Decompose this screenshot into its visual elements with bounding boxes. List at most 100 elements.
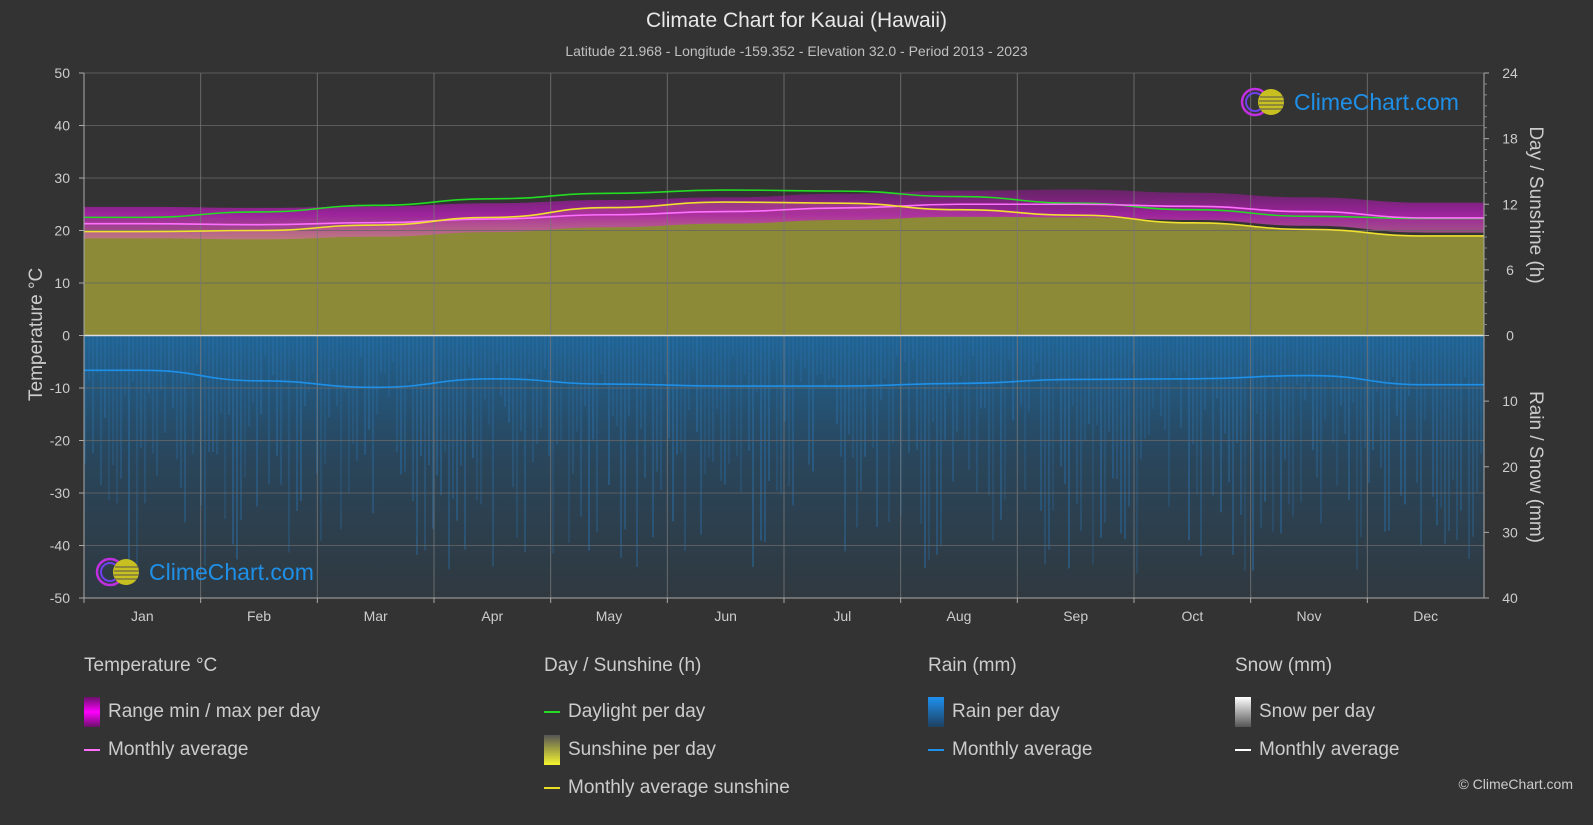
rain-day-bar — [580, 335, 582, 517]
rain-day-bar — [1300, 335, 1302, 503]
rain-day-bar — [1436, 335, 1438, 526]
rain-day-bar — [828, 335, 830, 381]
rain-day-bar — [568, 335, 570, 543]
rain-day-bar — [760, 335, 762, 541]
rain-day-bar — [288, 335, 290, 553]
legend-snow-title: Snow (mm) — [1235, 655, 1333, 676]
rain-day-bar — [524, 335, 526, 553]
rain-day-bar — [1356, 335, 1358, 570]
rain-day-bar — [440, 335, 442, 496]
rain-day-bar — [1404, 335, 1406, 505]
rain-day-bar — [740, 335, 742, 492]
rain-day-bar — [496, 335, 498, 364]
rain-day-bar — [608, 335, 610, 485]
rain-day-bar — [232, 335, 234, 545]
rain-day-bar — [1288, 335, 1290, 505]
rain-day-bar — [208, 335, 210, 452]
rain-day-bar — [612, 335, 614, 417]
rain-day-bar — [1192, 335, 1194, 445]
rain-day-bar — [688, 335, 690, 411]
rain-day-bar — [756, 335, 758, 393]
rain-day-bar — [932, 335, 934, 422]
rain-day-bar — [624, 335, 626, 530]
rain-day-bar — [1236, 335, 1238, 443]
rain-day-bar — [652, 335, 654, 538]
rain-day-bar — [1040, 335, 1042, 511]
rain-day-bar — [324, 335, 326, 465]
rain-day-bar — [1232, 335, 1234, 555]
snow-avg-swatch — [1235, 749, 1251, 751]
rain-day-bar — [1320, 335, 1322, 524]
rain-day-bar — [292, 335, 294, 361]
rain-day-bar — [1280, 335, 1282, 534]
rain-day-bar — [1248, 335, 1250, 377]
legend-rain: Rain (mm) Rain per day Monthly average — [928, 655, 1092, 769]
rain-day-bar — [596, 335, 598, 533]
rain-swatch — [928, 697, 944, 727]
rain-day-bar — [888, 335, 890, 523]
left-tick-label: 50 — [54, 65, 70, 81]
rain-day-bar — [744, 335, 746, 375]
rain-day-bar — [1116, 335, 1118, 480]
rain-day-bar — [720, 335, 722, 481]
rain-day-bar — [356, 335, 358, 461]
legend-label: Monthly average — [952, 739, 1093, 760]
rain-day-bar — [676, 335, 678, 455]
rain-day-bar — [788, 335, 790, 487]
rain-day-bar — [908, 335, 910, 453]
legend-label: Sunshine per day — [568, 739, 716, 760]
legend-sunshine-title: Day / Sunshine (h) — [544, 655, 702, 676]
copyright: © ClimeChart.com — [1458, 776, 1573, 792]
rain-day-bar — [796, 335, 798, 359]
rain-day-bar — [480, 335, 482, 505]
legend-sunshine: Day / Sunshine (h) Daylight per day Suns… — [544, 655, 790, 807]
legend-label: Range min / max per day — [108, 701, 321, 722]
rain-day-bar — [464, 335, 466, 550]
rain-day-bar — [860, 335, 862, 491]
rain-day-bar — [668, 335, 670, 439]
rain-day-bar — [872, 335, 874, 448]
x-tick-label-nov: Nov — [1297, 608, 1322, 624]
rain-day-bar — [140, 335, 142, 448]
rain-day-bar — [340, 335, 342, 530]
rain-day-bar — [556, 335, 558, 445]
rain-day-bar — [588, 335, 590, 551]
rain-day-bar — [280, 335, 282, 485]
left-tick-label: 10 — [54, 275, 70, 291]
rain-day-bar — [812, 335, 814, 472]
rain-day-bar — [868, 335, 870, 380]
rain-day-bar — [1228, 335, 1230, 483]
rain-day-bar — [1376, 335, 1378, 393]
rain-day-bar — [1332, 335, 1334, 444]
rain-day-bar — [1224, 335, 1226, 434]
rain-day-bar — [660, 335, 662, 490]
rain-day-bar — [1456, 335, 1458, 541]
rain-day-bar — [220, 335, 222, 414]
rain-day-bar — [648, 335, 650, 383]
rain-day-bar — [700, 335, 702, 535]
rain-day-bar — [476, 335, 478, 501]
rain-day-bar — [980, 335, 982, 409]
rain-day-bar — [1128, 335, 1130, 507]
rain-day-bar — [1352, 335, 1354, 404]
rain-day-bar — [1336, 335, 1338, 486]
rain-day-bar — [312, 335, 314, 374]
rain-day-bar — [808, 335, 810, 465]
rain-day-bar — [716, 335, 718, 409]
rain-day-bar — [204, 335, 206, 566]
rain-day-bar — [1012, 335, 1014, 421]
rain-day-bar — [528, 335, 530, 375]
rain-day-bar — [444, 335, 446, 453]
rain-day-bar — [1244, 335, 1246, 571]
rain-day-bar — [332, 335, 334, 370]
rain-day-bar — [704, 335, 706, 475]
right-bottom-tick-label: 10 — [1502, 393, 1518, 409]
rain-day-bar — [212, 335, 214, 453]
rain-day-bar — [664, 335, 666, 375]
left-tick-label: 20 — [54, 223, 70, 239]
rain-day-bar — [156, 335, 158, 476]
rain-day-bar — [996, 335, 998, 385]
rain-day-bar — [1072, 335, 1074, 406]
rain-day-bar — [636, 335, 638, 568]
rain-day-bar — [892, 335, 894, 443]
